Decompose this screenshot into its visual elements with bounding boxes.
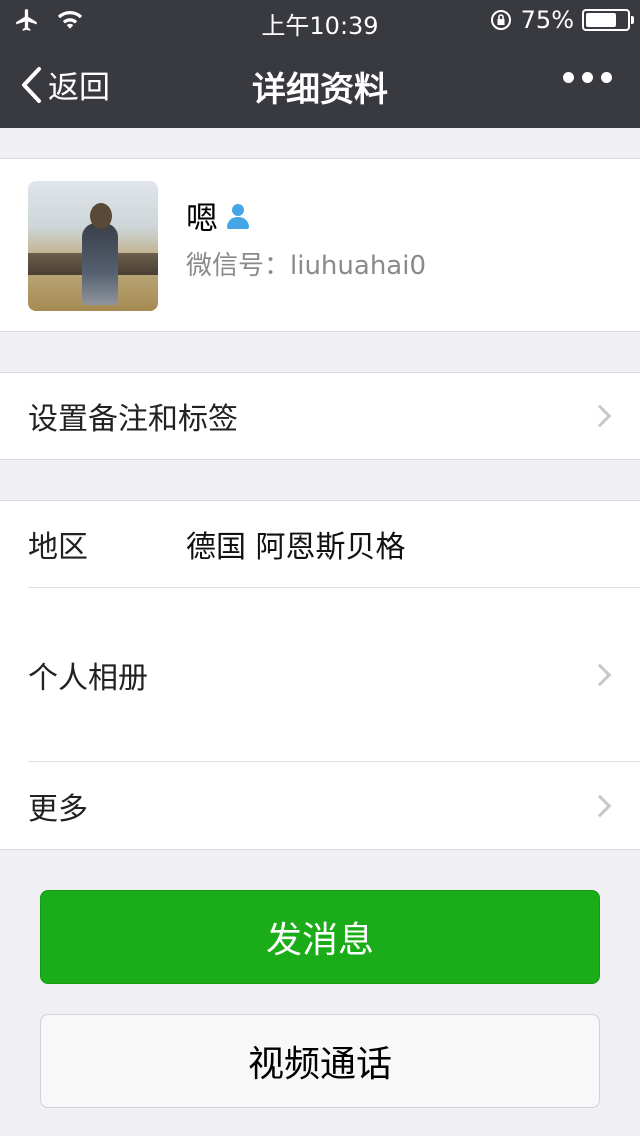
region-label: 地区	[28, 530, 88, 565]
wechat-id: 微信号：liuhuahai0	[186, 251, 426, 281]
avatar[interactable]	[28, 181, 158, 311]
chevron-right-icon	[588, 794, 612, 817]
video-call-button[interactable]: 视频通话	[40, 1014, 600, 1108]
name-row: 嗯	[186, 193, 252, 239]
avatar-person-head	[90, 203, 112, 229]
profile-card: 嗯 微信号：liuhuahai0	[0, 158, 640, 332]
remark-row-inner: 设置备注和标签	[0, 373, 640, 459]
send-message-button[interactable]: 发消息	[40, 890, 600, 984]
album-row[interactable]: 个人相册	[0, 588, 640, 761]
dot-icon	[563, 72, 574, 83]
nav-bar: 返回 详细资料	[0, 40, 640, 128]
region-value: 德国 阿恩斯贝格	[186, 530, 406, 565]
dot-icon	[582, 72, 593, 83]
dot-icon	[601, 72, 612, 83]
status-right: 75%	[489, 6, 634, 34]
battery-level	[586, 13, 616, 27]
album-label: 个人相册	[28, 660, 148, 696]
avatar-person	[82, 223, 118, 305]
battery-percent: 75%	[520, 6, 574, 34]
more-options-button[interactable]	[563, 72, 612, 83]
page-title: 详细资料	[252, 70, 388, 110]
info-group: 地区 德国 阿恩斯贝格 个人相册 更多	[0, 500, 640, 850]
top-bar: 上午10:39 75% 返回 详细资料	[0, 0, 640, 128]
more-label: 更多	[28, 791, 88, 827]
chevron-right-icon	[588, 663, 612, 686]
remark-tags-row[interactable]: 设置备注和标签	[0, 372, 640, 460]
male-contact-icon	[224, 202, 252, 230]
more-row[interactable]: 更多	[0, 762, 640, 849]
orientation-lock-icon	[490, 10, 511, 30]
profile-name: 嗯	[186, 199, 219, 237]
chevron-right-icon	[588, 404, 612, 428]
battery-icon	[582, 9, 634, 31]
remark-label: 设置备注和标签	[28, 402, 238, 437]
region-row: 地区 德国 阿恩斯贝格	[0, 501, 640, 587]
status-bar: 上午10:39 75%	[0, 0, 640, 40]
